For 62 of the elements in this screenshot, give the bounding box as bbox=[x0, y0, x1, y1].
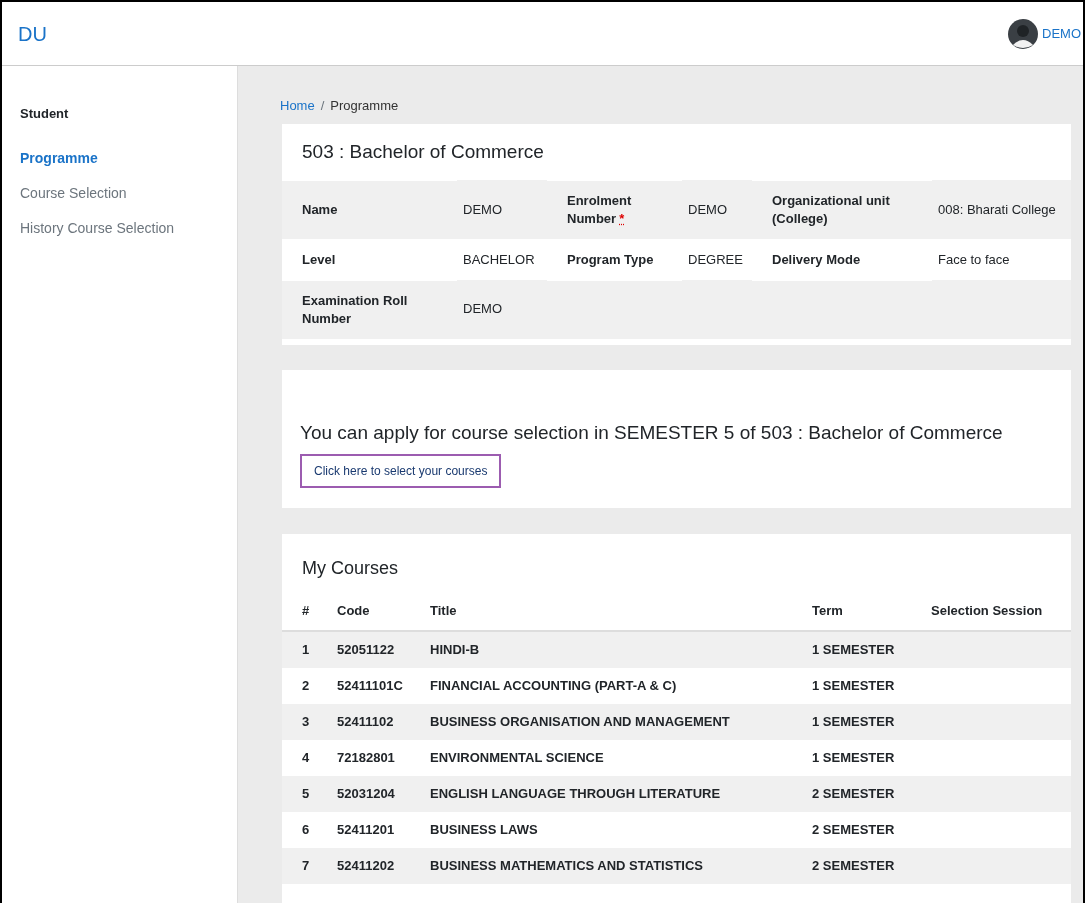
table-cell: 52051122 bbox=[337, 630, 430, 668]
table-cell: 1 bbox=[282, 630, 337, 668]
table-cell: FINANCIAL ACCOUNTING (PART-A & C) bbox=[430, 667, 812, 704]
table-cell: 1 SEMESTER bbox=[812, 739, 931, 776]
field-value: DEMO bbox=[463, 301, 502, 317]
table-cell: 2 SEMESTER bbox=[812, 811, 931, 848]
field-value: DEMO bbox=[688, 201, 727, 217]
select-courses-link[interactable]: Click here to select your courses bbox=[300, 453, 502, 488]
table-cell: ENGLISH LANGUAGE THROUGH LITERATURE bbox=[430, 775, 812, 812]
brand-link[interactable]: DU bbox=[18, 18, 47, 49]
card-title: 503 : Bachelor of Commerce bbox=[301, 139, 545, 164]
table-cell: 4 bbox=[282, 739, 337, 776]
notice-message: You can apply for course selection in SEMESTER 5 of 503 : Bachelor of Commerce bbox=[300, 420, 1004, 445]
table-cell: 6 bbox=[282, 811, 337, 848]
user-name[interactable]: DEMO bbox=[1042, 23, 1081, 44]
field-label: Level bbox=[302, 251, 336, 267]
column-header: # bbox=[282, 591, 337, 631]
table-cell: 52411201 bbox=[337, 811, 430, 848]
column-header: Selection Session bbox=[931, 591, 1071, 631]
table-cell: BUSINESS LAWS bbox=[430, 811, 812, 848]
field-label: Enrolment Number * bbox=[567, 192, 632, 226]
breadcrumb-current: Programme bbox=[330, 97, 399, 115]
table-cell: 2 SEMESTER bbox=[812, 847, 931, 884]
table-cell: ENVIRONMENTAL SCIENCE bbox=[430, 739, 812, 776]
field-label: Examination Roll Number bbox=[302, 292, 408, 326]
field-value: DEGREE bbox=[688, 251, 743, 267]
field-value: 008: Bharati College bbox=[938, 201, 1056, 217]
table-cell: 5 bbox=[282, 775, 337, 812]
field-label: Organizational unit (College) bbox=[772, 192, 890, 226]
column-header: Title bbox=[430, 591, 812, 631]
field-value: BACHELOR bbox=[463, 251, 535, 267]
breadcrumb-link[interactable]: Home bbox=[280, 96, 315, 116]
table-cell: HINDI-B bbox=[430, 630, 812, 668]
table-cell: BUSINESS ORGANISATION AND MANAGEMENT bbox=[430, 703, 812, 740]
field-label: Name bbox=[302, 201, 338, 217]
table-cell: 2 bbox=[282, 667, 337, 704]
sidebar-heading: Student bbox=[20, 105, 70, 123]
table-cell: 3 bbox=[282, 703, 337, 740]
field-label: Delivery Mode bbox=[772, 251, 861, 267]
avatar-icon[interactable] bbox=[1008, 18, 1038, 49]
table-cell: BUSINESS MATHEMATICS AND STATISTICS bbox=[430, 847, 812, 884]
column-header: Term bbox=[812, 591, 931, 631]
table-cell: 1 SEMESTER bbox=[812, 667, 931, 704]
field-value: Face to face bbox=[938, 251, 1010, 267]
table-cell: 7 bbox=[282, 847, 337, 884]
breadcrumb-separator: / bbox=[320, 97, 325, 115]
sidebar-item[interactable]: History Course Selection bbox=[20, 217, 237, 239]
required-mark: * bbox=[619, 210, 625, 226]
table-cell: 72182801 bbox=[337, 739, 430, 776]
sidebar-item[interactable]: Course Selection bbox=[20, 182, 237, 204]
table-cell: 2 SEMESTER bbox=[812, 775, 931, 812]
column-header: Code bbox=[337, 591, 430, 631]
field-value: DEMO bbox=[463, 201, 502, 217]
table-cell: 52411202 bbox=[337, 847, 430, 884]
card-title: My Courses bbox=[301, 556, 400, 580]
field-label: Program Type bbox=[567, 251, 654, 267]
table-cell: 1 SEMESTER bbox=[812, 703, 931, 740]
sidebar-item[interactable]: Programme bbox=[20, 147, 237, 169]
table-cell: 52411101C bbox=[337, 667, 430, 704]
table-cell: 1 SEMESTER bbox=[812, 630, 931, 668]
table-cell: 52031204 bbox=[337, 775, 430, 812]
table-cell: 52411102 bbox=[337, 703, 430, 740]
